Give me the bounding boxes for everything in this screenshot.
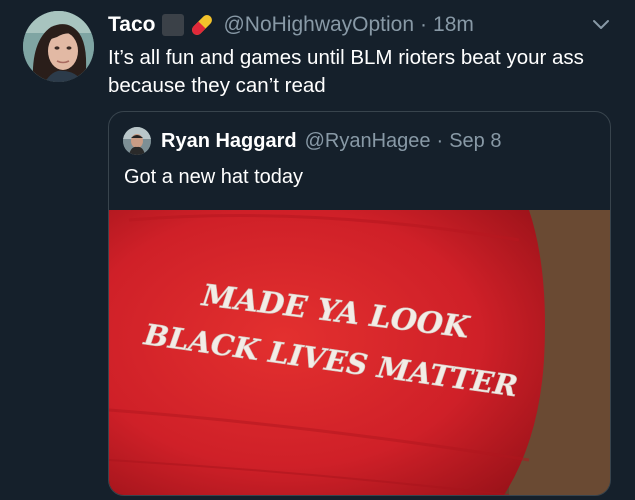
tweet[interactable]: Taco @NoHighwayOption · 18m It’s all fun… (0, 0, 635, 500)
quoted-separator-dot: · (436, 129, 444, 152)
avatar[interactable] (23, 11, 94, 82)
timestamp[interactable]: 18m (433, 13, 474, 37)
hat-photo[interactable]: MADE YA LOOK BLACK LIVES MATTER (109, 210, 610, 495)
quoted-handle[interactable]: @RyanHagee (305, 130, 431, 153)
quoted-tweet[interactable]: Ryan Haggard @RyanHagee · Sep 8 Got a ne… (108, 111, 611, 496)
quoted-header: Ryan Haggard @RyanHagee · Sep 8 (161, 126, 501, 156)
username-handle[interactable]: @NoHighwayOption (223, 13, 414, 37)
quoted-avatar-photo (123, 127, 151, 155)
quoted-date[interactable]: Sep 8 (449, 130, 501, 153)
quoted-text: Got a new hat today (124, 166, 304, 188)
quoted-display-name[interactable]: Ryan Haggard (161, 130, 297, 153)
pill-emoji-icon (192, 15, 213, 35)
avatar-photo (23, 11, 94, 82)
quoted-avatar[interactable] (123, 127, 151, 155)
chevron-down-icon[interactable] (590, 13, 612, 35)
tweet-text: It’s all fun and games until BLM rioters… (108, 46, 584, 97)
display-name[interactable]: Taco (108, 13, 155, 37)
tweet-header: Taco @NoHighwayOption · 18m (108, 10, 474, 40)
separator-dot: · (420, 13, 428, 36)
black-square-emoji-icon (162, 14, 185, 36)
hat-image: MADE YA LOOK BLACK LIVES MATTER (109, 210, 610, 495)
